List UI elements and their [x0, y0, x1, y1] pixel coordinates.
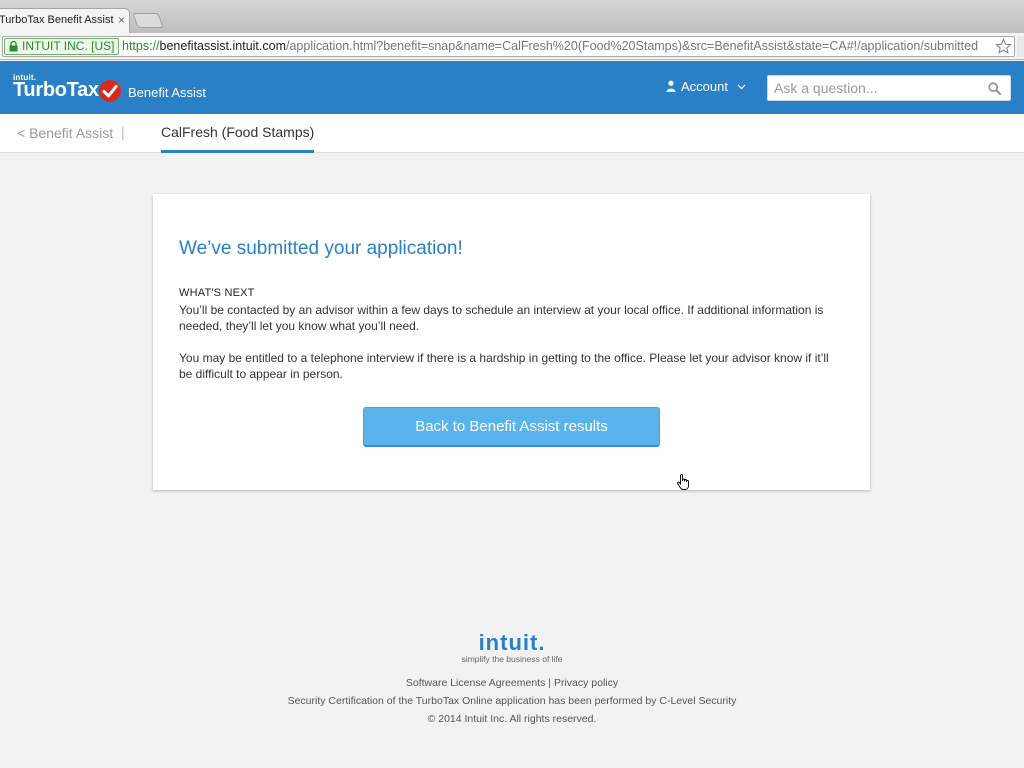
search-icon[interactable] [988, 82, 1001, 95]
new-tab-button[interactable] [132, 13, 164, 28]
person-icon [666, 80, 676, 92]
url-path: /application.html?benefit=snap&name=CalF… [285, 39, 979, 53]
browser-tab[interactable]: TurboTax Benefit Assist × [0, 8, 130, 33]
security-certification-text: Security Certification of the TurboTax O… [287, 695, 737, 707]
tab-calfresh[interactable]: CalFresh (Food Stamps) [161, 114, 314, 153]
software-license-link[interactable]: Software License Agreements [406, 677, 546, 689]
lock-icon [9, 41, 18, 52]
ev-label: INTUIT INC. [US] [22, 39, 115, 53]
back-to-benefit-assist-link[interactable]: < Benefit Assist [17, 125, 113, 141]
app-header: intuit. TurboTax Benefit Assist Account [0, 61, 1024, 114]
intuit-footer-logo[interactable]: intuit. [0, 630, 1024, 656]
back-to-results-button[interactable]: Back to Benefit Assist results [363, 407, 660, 447]
address-bar[interactable]: INTUIT INC. [US] https://benefitassist.i… [2, 36, 1015, 57]
url-host: benefitassist.intuit.com [159, 39, 286, 53]
sub-navigation: < Benefit Assist | CalFresh (Food Stamps… [0, 114, 1024, 153]
toolbar-edge [1017, 36, 1024, 57]
next-steps-paragraph: You’ll be contacted by an advisor within… [179, 303, 824, 333]
search-box [767, 75, 1011, 101]
page-footer: intuit. simplify the business of life So… [0, 630, 1024, 725]
brand-name: TurboTax [13, 79, 99, 101]
hand-cursor-icon [677, 474, 689, 490]
account-label: Account [681, 79, 728, 94]
brand-product: Benefit Assist [128, 85, 207, 100]
search-input[interactable] [768, 76, 978, 100]
whats-next-heading: WHAT'S NEXT [179, 287, 255, 299]
intuit-tagline: simplify the business of life [461, 654, 563, 664]
footer-links: Software License Agreements | Privacy po… [0, 677, 1024, 689]
confirmation-card: We’ve submitted your application! WHAT'S… [153, 194, 870, 490]
page-title: We’ve submitted your application! [179, 238, 463, 259]
browser-tab-title: TurboTax Benefit Assist [0, 14, 114, 26]
checkmark-logo-icon [99, 80, 121, 102]
bookmark-star-icon[interactable] [995, 38, 1012, 55]
account-menu[interactable]: Account [666, 79, 746, 94]
chevron-down-icon [737, 84, 746, 90]
browser-tab-strip: TurboTax Benefit Assist × [0, 0, 1024, 33]
copyright-text: © 2014 Intuit Inc. All rights reserved. [427, 713, 597, 725]
nav-separator: | [121, 124, 125, 140]
ev-certificate-badge[interactable]: INTUIT INC. [US] [4, 38, 120, 55]
privacy-policy-link[interactable]: Privacy policy [554, 677, 618, 689]
url-text[interactable]: https://benefitassist.intuit.com/applica… [122, 37, 982, 56]
url-scheme: https:// [122, 39, 160, 53]
tab-close-icon[interactable]: × [118, 9, 125, 32]
browser-toolbar: INTUIT INC. [US] https://benefitassist.i… [0, 33, 1024, 60]
telephone-interview-paragraph: You may be entitled to a telephone inter… [179, 351, 829, 381]
